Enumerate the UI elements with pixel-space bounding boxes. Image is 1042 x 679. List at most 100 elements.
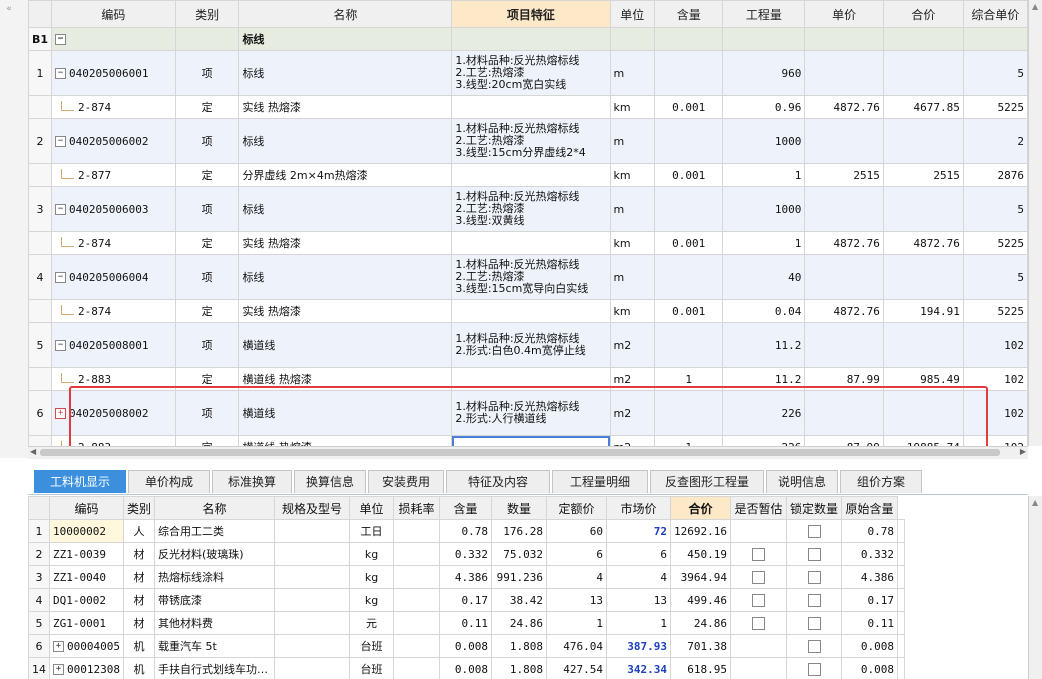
quota-row[interactable]: 2-877 定分界虚线 2m×4m热熔漆 km 0.001 1 2515 2515 2876 [28,163,1028,187]
name-cell[interactable]: 标线 [238,50,453,96]
res-original-cell[interactable]: 0.008 [841,657,899,679]
estimate-checkbox[interactable] [752,593,766,607]
res-type-cell[interactable]: 材 [122,611,156,635]
res-col-loss[interactable]: 损耗率 [393,496,441,520]
code-cell[interactable]: 2-874 [51,95,176,119]
name-cell[interactable]: 标线 [238,254,453,300]
quantity-cell[interactable]: 1000 [722,186,806,232]
group-features-cell[interactable] [451,27,611,51]
type-cell[interactable]: 项 [174,322,240,368]
estimate-checkbox[interactable] [752,547,766,561]
tab-quantity-detail[interactable]: 工程量明细 [552,470,648,493]
composite-price-cell[interactable]: 5 [962,50,1028,96]
unit-cell[interactable]: m [609,186,656,232]
tab-pricing-scheme[interactable]: 组价方案 [840,470,922,493]
res-estimate-cell[interactable] [730,588,788,612]
tab-description[interactable]: 说明信息 [766,470,838,493]
res-code-cell[interactable]: ZG1-0001 [49,611,124,635]
name-cell[interactable]: 横道线 [238,390,453,436]
res-unit-cell[interactable]: kg [349,588,395,612]
res-original-cell[interactable]: 0.332 [841,542,899,566]
code-cell[interactable]: 2-883 [51,367,176,391]
col-header-features[interactable]: 项目特征 [451,0,611,28]
collapse-minus-icon[interactable]: − [55,340,67,351]
total-price-cell[interactable] [882,390,964,436]
boq-item-row[interactable]: 1−040205006001 项标线 1.材料品种:反光热熔标线 2.工艺:热熔漆 3.… [28,50,1028,96]
composite-price-cell[interactable]: 102 [962,367,1028,391]
res-lock-cell[interactable] [786,588,843,612]
features-cell[interactable] [451,231,611,255]
content-cell[interactable] [654,390,724,436]
code-cell[interactable]: −040205008001 [51,322,176,368]
res-col-total[interactable]: 合价 [670,496,732,520]
lock-quantity-checkbox[interactable] [807,524,821,538]
features-cell[interactable] [451,163,611,187]
quantity-cell[interactable]: 960 [722,50,806,96]
res-type-cell[interactable]: 人 [122,519,156,543]
type-cell[interactable]: 项 [174,50,240,96]
res-amount-cell[interactable]: 38.42 [491,588,548,612]
res-estimate-cell[interactable] [730,634,788,658]
composite-price-cell[interactable]: 5225 [962,231,1028,255]
res-amount-cell[interactable]: 24.86 [491,611,548,635]
res-lock-cell[interactable] [786,657,843,679]
group-composite-cell[interactable] [962,27,1028,51]
res-content-cell[interactable]: 0.332 [439,542,493,566]
boq-item-row[interactable]: 3−040205006003 项标线 1.材料品种:反光热熔标线 2.工艺:热熔漆 3.… [28,186,1028,232]
unit-cell[interactable]: m2 [609,367,656,391]
res-code-cell[interactable]: ZZ1-0039 [49,542,124,566]
quota-row[interactable]: 2-883定横道线 热熔漆 m2122687.9919885.74102 [28,435,1028,446]
unit-cell[interactable]: m2 [609,322,656,368]
res-type-cell[interactable]: 材 [122,588,156,612]
res-market-cell[interactable]: 1 [606,611,672,635]
total-price-cell[interactable]: 2515 [882,163,964,187]
lock-quantity-checkbox[interactable] [807,616,821,630]
res-code-cell[interactable]: DQ1-0002 [49,588,124,612]
scroll-up-icon[interactable]: ▲ [1032,2,1040,11]
res-amount-cell[interactable]: 176.28 [491,519,548,543]
res-lock-cell[interactable] [786,634,843,658]
res-col-estimate[interactable]: 是否暂估 [730,496,788,520]
content-cell[interactable] [654,118,724,164]
res-col-unit[interactable]: 单位 [349,496,395,520]
res-market-cell[interactable]: 4 [606,565,672,589]
group-row[interactable]: B1 − 标线 [28,27,1028,51]
res-loss-cell[interactable] [393,588,441,612]
unit-cell[interactable]: km [609,163,656,187]
code-cell[interactable]: −040205006004 [51,254,176,300]
boq-item-row[interactable]: 6 +040205008002 项横道线 1.材料品种:反光热熔标线 2.形式:人行横道… [28,390,1028,436]
unit-price-cell[interactable] [804,50,884,96]
boq-item-row[interactable]: 4−040205006004 项标线 1.材料品种:反光热熔标线 2.工艺:热熔漆 3.… [28,254,1028,300]
res-quota-cell[interactable]: 427.54 [546,657,608,679]
tab-price-composition[interactable]: 单价构成 [128,470,210,493]
res-code-cell[interactable]: +00012308 [49,657,124,679]
composite-price-cell[interactable]: 2 [962,118,1028,164]
name-cell[interactable]: 分界虚线 2m×4m热熔漆 [238,163,453,187]
res-loss-cell[interactable] [393,542,441,566]
res-amount-cell[interactable]: 1.808 [491,634,548,658]
group-name-cell[interactable]: 标线 [238,27,453,51]
features-cell[interactable]: 1.材料品种:反光热熔标线 2.工艺:热熔漆 3.线型:双黄线 [451,186,611,232]
res-estimate-cell[interactable] [730,611,788,635]
quantity-cell[interactable]: 1 [722,163,806,187]
res-col-quota[interactable]: 定额价 [546,496,608,520]
type-cell[interactable]: 项 [174,390,240,436]
collapse-minus-icon[interactable]: − [55,272,67,283]
expand-plus-icon[interactable]: + [53,641,64,652]
res-market-cell[interactable]: 342.34 [606,657,672,679]
resource-row[interactable]: 1 10000002 人综合用工二类 工日 0.78 176.28 60 72 12692.16… [28,519,906,543]
res-market-cell[interactable]: 387.93 [606,634,672,658]
res-original-cell[interactable]: 4.386 [841,565,899,589]
composite-price-cell[interactable]: 5225 [962,95,1028,119]
tab-conversion-info[interactable]: 换算信息 [294,470,366,493]
unit-price-cell[interactable]: 4872.76 [804,299,884,323]
features-cell[interactable]: 1.材料品种:反光热熔标线 2.工艺:热熔漆 3.线型:15cm宽导向白实线 [451,254,611,300]
unit-price-cell[interactable]: 87.99 [804,367,884,391]
quantity-cell[interactable]: 11.2 [722,322,806,368]
res-loss-cell[interactable] [393,634,441,658]
content-cell[interactable]: 0.001 [654,299,724,323]
res-total-cell[interactable]: 24.86 [670,611,732,635]
composite-price-cell[interactable]: 102 [962,390,1028,436]
lock-quantity-checkbox[interactable] [807,662,821,676]
total-price-cell[interactable]: 985.49 [882,367,964,391]
